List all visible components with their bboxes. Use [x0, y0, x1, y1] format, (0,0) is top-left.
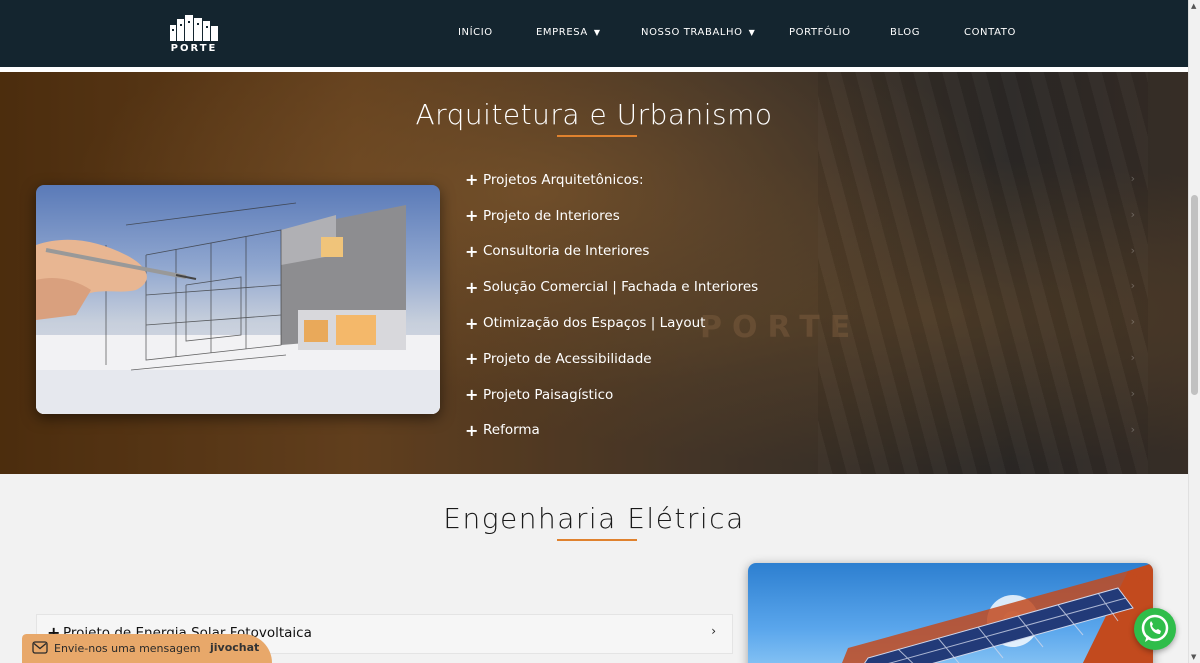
chat-widget-button[interactable]: Envie-nos uma mensagem jivochat — [22, 634, 272, 663]
nav-item-blog[interactable]: BLOG — [890, 27, 920, 38]
accordion-item[interactable]: + Projeto Paisagístico › — [465, 377, 1145, 413]
accordion-item[interactable]: + Projeto de Acessibilidade › — [465, 341, 1145, 377]
mail-icon — [32, 641, 48, 654]
nav-item-label: NOSSO TRABALHO — [641, 27, 743, 38]
arquitetura-section: PORTE Arquitetura e Urbanismo + Projetos… — [0, 72, 1188, 474]
solar-roof-illustration — [842, 563, 1153, 663]
architecture-sketch-illustration — [36, 202, 440, 414]
accordion-item[interactable]: + Consultoria de Interiores › — [465, 234, 1145, 270]
page-scrollbar[interactable]: ▲ ▼ — [1188, 0, 1200, 663]
plus-icon: + — [465, 385, 479, 405]
chevron-right-icon: › — [1130, 386, 1135, 400]
accordion-item-label: Projeto de Acessibilidade — [483, 350, 652, 367]
whatsapp-icon — [1141, 614, 1169, 642]
main-nav: INÍCIO EMPRESA ▼ NOSSO TRABALHO ▼ PORTFÓLI… — [0, 27, 1188, 43]
plus-icon: + — [465, 206, 479, 226]
nav-item-nosso-trabalho[interactable]: NOSSO TRABALHO ▼ — [641, 27, 755, 38]
plus-icon: + — [465, 313, 479, 333]
accordion-item-label: Projetos Arquitetônicos: — [483, 171, 644, 188]
accordion-item[interactable]: + Solução Comercial | Fachada e Interior… — [465, 269, 1145, 305]
nav-item-label: BLOG — [890, 27, 921, 38]
title-underline — [557, 135, 637, 137]
nav-item-label: CONTATO — [964, 27, 1016, 38]
scroll-thumb[interactable] — [1191, 195, 1198, 395]
plus-icon: + — [465, 420, 479, 440]
scroll-down-icon[interactable]: ▼ — [1191, 653, 1196, 661]
nav-item-inicio[interactable]: INÍCIO — [458, 27, 493, 38]
chat-widget-label: Envie-nos uma mensagem — [54, 642, 201, 655]
chevron-right-icon: › — [1130, 422, 1135, 436]
nav-item-label: PORTFÓLIO — [789, 27, 851, 38]
nav-item-label: INÍCIO — [458, 27, 493, 38]
caret-down-icon: ▼ — [593, 28, 601, 37]
nav-item-contato[interactable]: CONTATO — [964, 27, 1016, 38]
accordion-item-label: Reforma — [483, 422, 540, 439]
accordion-item[interactable]: + Otimização dos Espaços | Layout › — [465, 305, 1145, 341]
accordion-item[interactable]: + Projetos Arquitetônicos: › — [465, 162, 1145, 198]
arquitetura-accordion: + Projetos Arquitetônicos: › + Projeto d… — [465, 162, 1145, 448]
chevron-right-icon: › — [1130, 172, 1135, 185]
title-underline — [557, 539, 637, 541]
section-title: Engenharia Elétrica — [443, 502, 745, 535]
chevron-right-icon: › — [1130, 243, 1135, 257]
plus-icon: + — [465, 349, 479, 369]
plus-icon: + — [465, 241, 479, 261]
whatsapp-button[interactable] — [1134, 608, 1176, 650]
accordion-item-label: Projeto de Interiores — [483, 207, 620, 224]
accordion-item-label: Projeto Paisagístico — [483, 386, 614, 403]
chevron-right-icon: › — [1130, 207, 1135, 221]
section-title: Arquitetura e Urbanismo — [415, 98, 773, 131]
chevron-right-icon: › — [1130, 279, 1135, 293]
accordion-item-label: Solução Comercial | Fachada e Interiores — [483, 279, 759, 296]
nav-item-empresa[interactable]: EMPRESA ▼ — [536, 27, 601, 38]
plus-icon: + — [465, 277, 479, 297]
solar-panels-image — [748, 563, 1153, 663]
accordion-item-label: Otimização dos Espaços | Layout — [483, 315, 706, 332]
logo-text: PORTE — [170, 43, 218, 54]
nav-item-portfolio[interactable]: PORTFÓLIO — [789, 27, 851, 38]
page: PORTE INÍCIO EMPRESA ▼ NOSSO TRABALHO ▼ PO… — [0, 0, 1200, 663]
accordion-item[interactable]: + Reforma › — [465, 413, 1145, 449]
chevron-right-icon: › — [1130, 315, 1135, 329]
plus-icon: + — [465, 170, 479, 190]
caret-down-icon: ▼ — [748, 28, 756, 37]
accordion-item[interactable]: + Projeto de Interiores › — [465, 198, 1145, 234]
nav-item-label: EMPRESA — [536, 27, 588, 38]
chevron-right-icon: › — [1130, 350, 1135, 364]
accordion-item-label: Consultoria de Interiores — [483, 243, 650, 260]
architecture-sketch-image — [36, 185, 440, 414]
chat-brand-label: jivochat — [210, 641, 260, 654]
site-header: PORTE INÍCIO EMPRESA ▼ NOSSO TRABALHO ▼ PO… — [0, 0, 1188, 67]
chevron-right-icon: › — [711, 624, 716, 638]
scroll-up-icon[interactable]: ▲ — [1191, 2, 1196, 10]
